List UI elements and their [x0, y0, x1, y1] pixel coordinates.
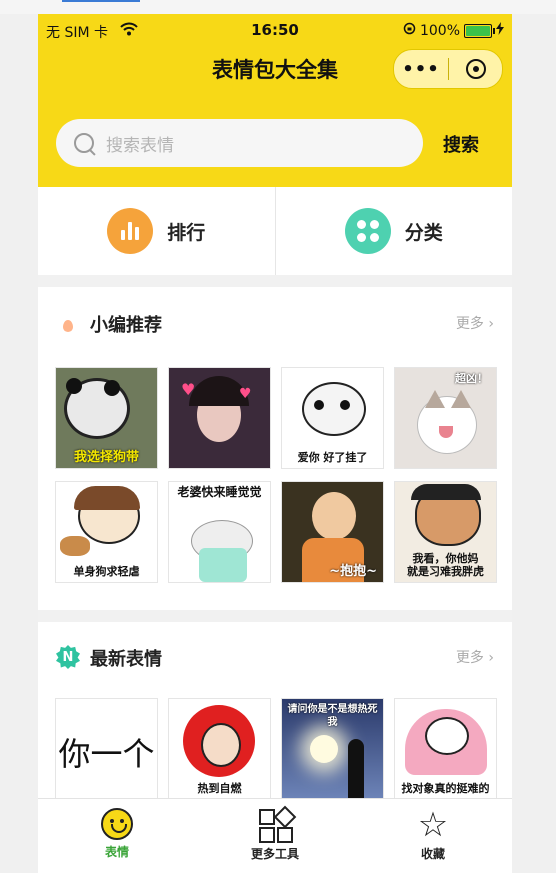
chevron-right-icon: ›: [488, 316, 494, 332]
new-badge-icon: N: [56, 645, 80, 669]
category-link[interactable]: 分类: [276, 187, 513, 275]
latest-title: 最新表情: [90, 649, 162, 670]
battery-icon: [464, 23, 495, 38]
star-icon: ☆: [417, 805, 449, 845]
sticker-caption: 老婆快来睡觉觉: [177, 485, 262, 499]
sticker-tile[interactable]: 老婆快来睡觉觉: [168, 481, 271, 583]
close-program-button[interactable]: [449, 59, 502, 79]
recommended-grid: 我选择狗带 ♥ ♥ 爱你 好了挂了 超凶！ 单身狗求轻虐 老婆快来睡觉觉 ~抱抱…: [55, 367, 497, 583]
search-icon: [74, 133, 94, 153]
phone-screen: 无 SIM 卡 16:50 100% 表情包大全集 ••• 搜索表情 搜索 排行…: [38, 14, 512, 873]
chevron-right-icon: ›: [488, 650, 494, 666]
tab-label: 更多工具: [250, 847, 299, 861]
sticker-tile[interactable]: ♥ ♥: [168, 367, 271, 469]
tab-stickers[interactable]: 表情: [38, 799, 196, 873]
battery-percent: 100%: [419, 22, 460, 39]
tab-favorites[interactable]: ☆ 收藏: [354, 799, 512, 873]
sticker-caption: 热到自燃: [197, 782, 242, 795]
sticker-tile[interactable]: 请问你是不是想热死我: [281, 698, 384, 800]
search-input[interactable]: 搜索表情: [106, 131, 174, 156]
tab-label: 表情: [104, 845, 129, 859]
ranking-link[interactable]: 排行: [38, 187, 275, 275]
charging-icon: [496, 22, 504, 39]
sticker-caption: 你一个: [58, 735, 155, 773]
sticker-tile[interactable]: 你一个: [55, 698, 158, 800]
sticker-caption: 找对象真的挺难的: [401, 782, 490, 795]
tools-grid-icon: [258, 805, 297, 843]
tab-bar: 表情 更多工具 ☆ 收藏: [38, 798, 512, 873]
sticker-caption: 我看，你他妈 就是习难我胖虎: [407, 552, 484, 578]
sticker-tile[interactable]: 单身狗求轻虐: [55, 481, 158, 583]
ranking-label: 排行: [167, 221, 206, 244]
recommended-more-link[interactable]: 更多 ›: [456, 313, 494, 333]
grid-dots-icon: [344, 208, 391, 254]
latest-grid: 你一个 热到自燃 请问你是不是想热死我 找对象真的挺难的: [55, 698, 497, 800]
app-header: 无 SIM 卡 16:50 100% 表情包大全集 ••• 搜索表情 搜索: [38, 14, 512, 187]
latest-more-link[interactable]: 更多 ›: [456, 647, 494, 667]
recommended-title: 小编推荐: [90, 315, 162, 336]
smile-face-icon: [101, 808, 133, 840]
mini-program-capsule: •••: [393, 49, 503, 89]
sticker-tile[interactable]: 我选择狗带: [55, 367, 158, 469]
rotation-lock-icon: [403, 22, 416, 39]
search-button[interactable]: 搜索: [443, 131, 479, 157]
sticker-tile[interactable]: 找对象真的挺难的: [394, 698, 497, 800]
browser-top-strip: [0, 0, 556, 14]
status-right: 100%: [403, 22, 504, 39]
search-bar[interactable]: 搜索表情: [56, 119, 423, 167]
sticker-tile[interactable]: 超凶！: [394, 367, 497, 469]
sticker-caption: ~抱抱~: [329, 564, 377, 579]
latest-header: N 最新表情 更多 ›: [38, 637, 512, 677]
sticker-tile[interactable]: 爱你 好了挂了: [281, 367, 384, 469]
sticker-caption: 我选择狗带: [73, 450, 139, 465]
sticker-caption: 单身狗求轻虐: [73, 565, 140, 578]
sticker-tile[interactable]: 我看，你他妈 就是习难我胖虎: [394, 481, 497, 583]
target-icon: [465, 59, 486, 79]
status-bar: 无 SIM 卡 16:50 100%: [38, 20, 512, 44]
sticker-tile[interactable]: ~抱抱~: [281, 481, 384, 583]
section-gap: [38, 275, 512, 287]
tab-label: 收藏: [420, 847, 445, 861]
sticker-caption: 爱你 好了挂了: [297, 451, 368, 464]
category-label: 分类: [404, 221, 443, 244]
section-gap: [38, 610, 512, 622]
tab-more-tools[interactable]: 更多工具: [196, 799, 354, 873]
sticker-caption: 超凶！: [455, 372, 488, 385]
quick-links: 排行 分类: [38, 187, 512, 275]
sticker-tile[interactable]: 热到自燃: [168, 698, 271, 800]
bar-chart-icon: [107, 208, 154, 254]
browser-tab-indicator: [62, 0, 140, 2]
battery-fill: [466, 25, 490, 36]
recommended-header: 小编推荐 更多 ›: [38, 303, 512, 343]
more-menu-button[interactable]: •••: [394, 59, 448, 80]
sticker-caption: 请问你是不是想热死我: [287, 704, 378, 728]
